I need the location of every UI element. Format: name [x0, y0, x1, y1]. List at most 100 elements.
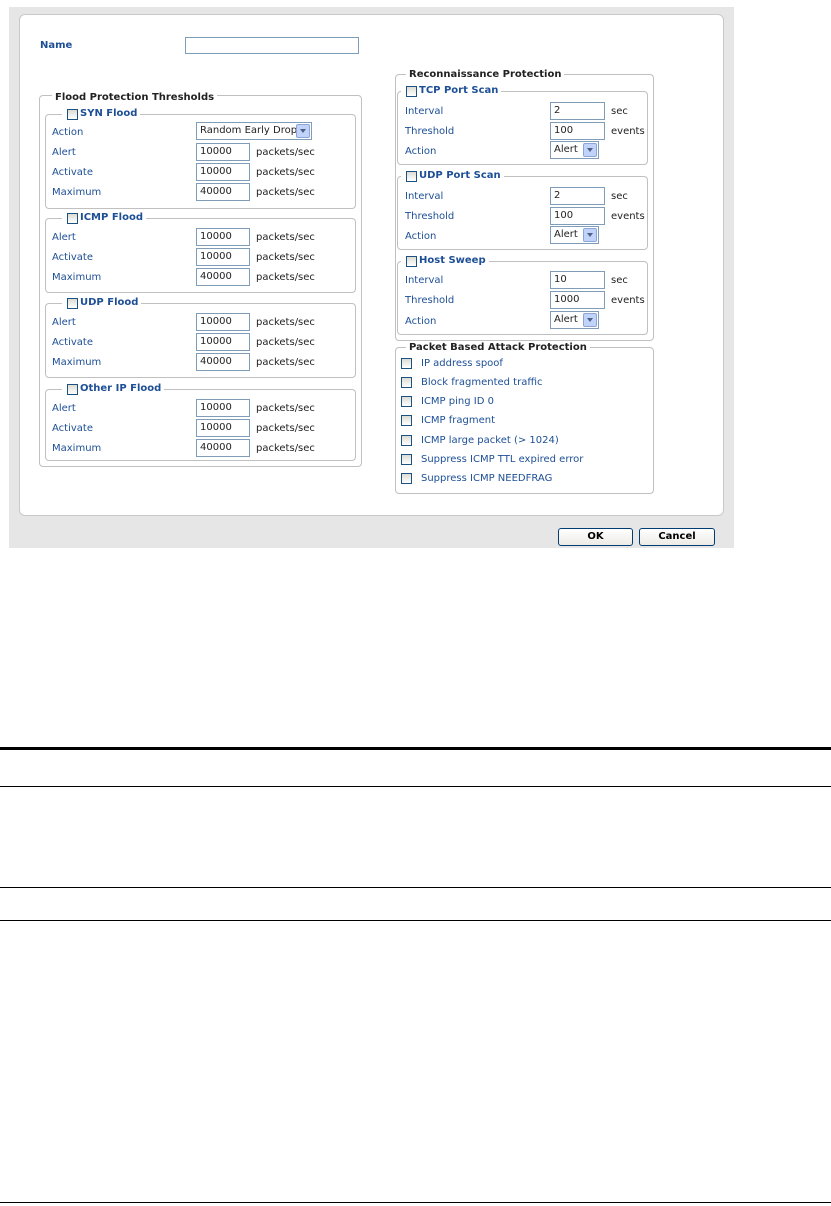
name-input[interactable]: [185, 37, 359, 54]
chevron-down-icon: [583, 143, 597, 157]
syn-action-label: Action: [52, 127, 84, 138]
syn-activate-unit: packets/sec: [256, 167, 315, 178]
syn-flood-checkbox[interactable]: [67, 109, 78, 120]
udp-maximum-label: Maximum: [52, 357, 102, 368]
cancel-button[interactable]: Cancel: [639, 528, 715, 546]
udp-maximum-unit: packets/sec: [256, 357, 315, 368]
other-maximum-unit: packets/sec: [256, 443, 315, 454]
tcp-action-value: Alert: [554, 144, 578, 155]
host-interval-unit: sec: [611, 275, 628, 286]
icmp-activate-label: Activate: [52, 252, 93, 263]
udp-interval-input[interactable]: 2: [550, 187, 605, 205]
other-maximum-input[interactable]: 40000: [196, 439, 250, 457]
icmp-maximum-unit: packets/sec: [256, 272, 315, 283]
host-threshold-unit: events: [611, 295, 645, 306]
syn-maximum-unit: packets/sec: [256, 187, 315, 198]
icmp-activate-unit: packets/sec: [256, 252, 315, 263]
ok-button[interactable]: OK: [558, 528, 633, 546]
host-threshold-input[interactable]: 1000: [550, 291, 605, 309]
suppress-icmp-needfrag-checkbox[interactable]: [401, 473, 412, 484]
udp-threshold-input[interactable]: 100: [550, 207, 605, 225]
ip-address-spoof-checkbox[interactable]: [401, 358, 412, 369]
flood-protection-title: Flood Protection Thresholds: [52, 92, 218, 104]
suppress-icmp-ttl-label: Suppress ICMP TTL expired error: [421, 454, 584, 465]
icmp-fragment-checkbox[interactable]: [401, 415, 412, 426]
tcp-threshold-input[interactable]: 100: [550, 122, 605, 140]
table-bottom-rule: [0, 1202, 831, 1203]
icmp-ping-id0-checkbox[interactable]: [401, 396, 412, 407]
tcp-port-scan-checkbox[interactable]: [406, 86, 417, 97]
host-interval-label: Interval: [405, 275, 444, 286]
udp-action-label: Action: [405, 231, 437, 242]
udp-threshold-unit: events: [611, 211, 645, 222]
other-maximum-label: Maximum: [52, 443, 102, 454]
host-action-label: Action: [405, 316, 437, 327]
udp-activate-unit: packets/sec: [256, 337, 315, 348]
other-activate-unit: packets/sec: [256, 423, 315, 434]
table-rule: [0, 920, 831, 921]
host-sweep-checkbox[interactable]: [406, 256, 417, 267]
ip-address-spoof-label: IP address spoof: [421, 358, 503, 369]
name-label: Name: [40, 40, 73, 51]
syn-alert-input[interactable]: 10000: [196, 143, 250, 161]
udp-threshold-label: Threshold: [405, 211, 455, 222]
icmp-flood-checkbox[interactable]: [67, 213, 78, 224]
table-top-rule: [0, 747, 831, 750]
table-rule: [0, 786, 831, 787]
packet-attack-title: Packet Based Attack Protection: [406, 342, 590, 354]
other-alert-label: Alert: [52, 403, 76, 414]
syn-action-value: Random Early Drop: [200, 125, 298, 136]
icmp-maximum-label: Maximum: [52, 272, 102, 283]
syn-maximum-label: Maximum: [52, 187, 102, 198]
suppress-icmp-ttl-checkbox[interactable]: [401, 454, 412, 465]
block-fragmented-traffic-label: Block fragmented traffic: [421, 377, 543, 388]
syn-alert-label: Alert: [52, 147, 76, 158]
udp-interval-label: Interval: [405, 191, 444, 202]
host-action-select[interactable]: Alert: [550, 311, 599, 329]
other-alert-input[interactable]: 10000: [196, 399, 250, 417]
icmp-maximum-input[interactable]: 40000: [196, 268, 250, 286]
tcp-interval-unit: sec: [611, 106, 628, 117]
chevron-down-icon: [296, 124, 310, 138]
udp-alert-label: Alert: [52, 317, 76, 328]
tcp-action-label: Action: [405, 146, 437, 157]
syn-activate-input[interactable]: 10000: [196, 163, 250, 181]
suppress-icmp-needfrag-label: Suppress ICMP NEEDFRAG: [421, 473, 553, 484]
icmp-fragment-label: ICMP fragment: [421, 415, 496, 426]
udp-action-value: Alert: [554, 229, 578, 240]
block-fragmented-traffic-checkbox[interactable]: [401, 377, 412, 388]
chevron-down-icon: [583, 228, 597, 242]
icmp-alert-label: Alert: [52, 232, 76, 243]
icmp-large-packet-checkbox[interactable]: [401, 435, 412, 446]
udp-alert-input[interactable]: 10000: [196, 313, 250, 331]
tcp-threshold-label: Threshold: [405, 126, 455, 137]
udp-flood-checkbox[interactable]: [67, 298, 78, 309]
tcp-threshold-unit: events: [611, 126, 645, 137]
icmp-activate-input[interactable]: 10000: [196, 248, 250, 266]
icmp-alert-input[interactable]: 10000: [196, 228, 250, 246]
udp-activate-label: Activate: [52, 337, 93, 348]
other-alert-unit: packets/sec: [256, 403, 315, 414]
host-interval-input[interactable]: 10: [550, 271, 605, 289]
icmp-large-packet-label: ICMP large packet (> 1024): [421, 435, 559, 446]
udp-action-select[interactable]: Alert: [550, 226, 599, 244]
syn-maximum-input[interactable]: 40000: [196, 183, 250, 201]
icmp-ping-id0-label: ICMP ping ID 0: [421, 396, 494, 407]
udp-interval-unit: sec: [611, 191, 628, 202]
tcp-interval-input[interactable]: 2: [550, 102, 605, 120]
udp-alert-unit: packets/sec: [256, 317, 315, 328]
udp-activate-input[interactable]: 10000: [196, 333, 250, 351]
syn-action-select[interactable]: Random Early Drop: [196, 122, 312, 140]
table-rule: [0, 887, 831, 888]
udp-maximum-input[interactable]: 40000: [196, 353, 250, 371]
other-ip-flood-checkbox[interactable]: [67, 384, 78, 395]
syn-activate-label: Activate: [52, 167, 93, 178]
syn-alert-unit: packets/sec: [256, 147, 315, 158]
recon-protection-title: Reconnaissance Protection: [406, 69, 565, 81]
udp-port-scan-checkbox[interactable]: [406, 171, 417, 182]
tcp-action-select[interactable]: Alert: [550, 141, 599, 159]
host-threshold-label: Threshold: [405, 295, 455, 306]
other-activate-label: Activate: [52, 423, 93, 434]
chevron-down-icon: [583, 313, 597, 327]
other-activate-input[interactable]: 10000: [196, 419, 250, 437]
